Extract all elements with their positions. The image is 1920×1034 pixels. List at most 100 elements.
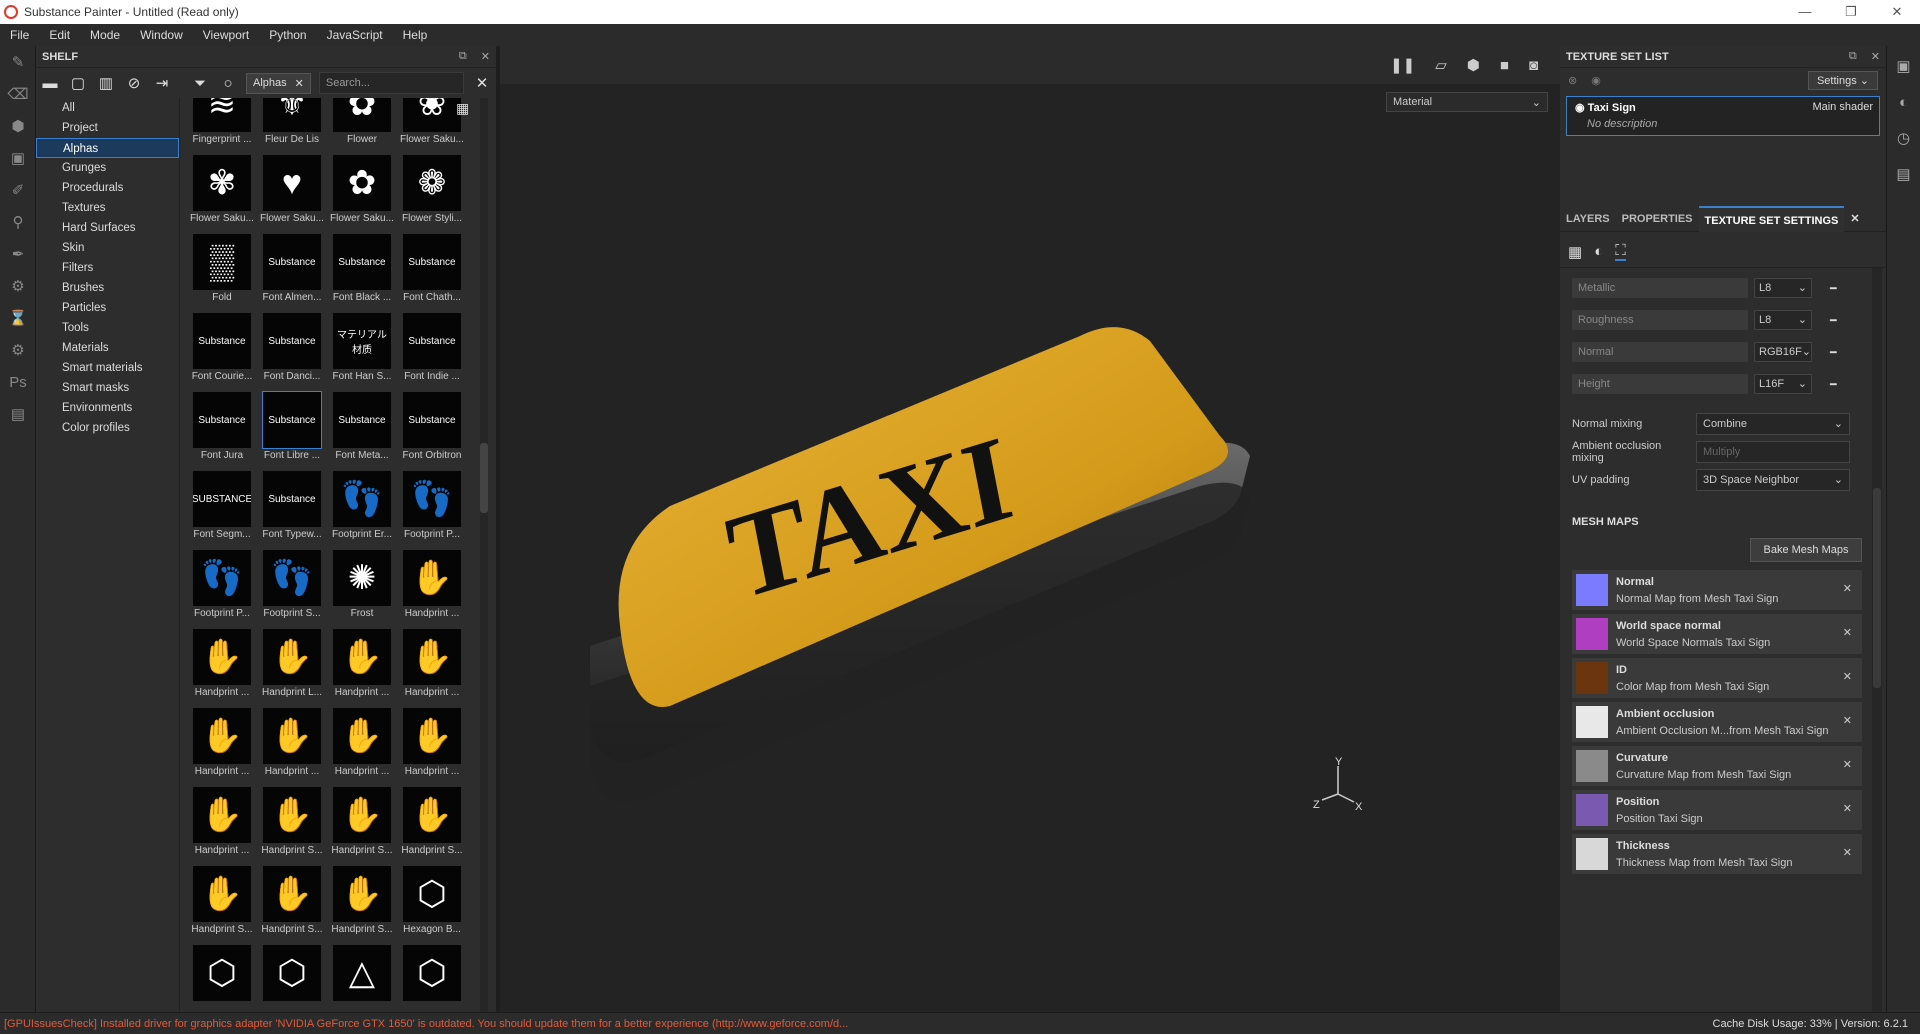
shelf-category-color-profiles[interactable]: Color profiles xyxy=(36,418,179,438)
right-scrollbar[interactable] xyxy=(1872,268,1882,1012)
bake-icon[interactable]: ⌛ xyxy=(0,302,36,334)
shelf-item[interactable]: Substance Font Meta... xyxy=(328,392,396,470)
menu-item-window[interactable]: Window xyxy=(130,28,193,42)
channel-format-select[interactable]: RGB16F ⌄ xyxy=(1754,342,1812,362)
shelf-item[interactable]: 👣 Footprint Er... xyxy=(328,471,396,549)
float-panel-icon[interactable]: ⧉ xyxy=(1849,50,1857,63)
render-icon[interactable]: ⚙ xyxy=(0,270,36,302)
shelf-item[interactable]: Substance Font Courie... xyxy=(188,313,256,391)
mesh-map-item[interactable]: Ambient occlusion Ambient Occlusion M...f… xyxy=(1572,702,1862,742)
shelf-item[interactable]: ✋ Handprint L... xyxy=(258,629,326,707)
mesh-map-item[interactable]: Curvature Curvature Map from Mesh Taxi Si… xyxy=(1572,746,1862,786)
remove-map-icon[interactable]: ✕ xyxy=(1843,802,1852,815)
menu-item-edit[interactable]: Edit xyxy=(39,28,80,42)
shelf-item[interactable]: ✋ Handprint S... xyxy=(328,787,396,865)
history-icon[interactable]: ◷ xyxy=(1887,122,1920,154)
shelf-category-tools[interactable]: Tools xyxy=(36,318,179,338)
shelf-category-alphas[interactable]: Alphas xyxy=(36,138,179,158)
shelf-item[interactable]: ♥ Flower Saku... xyxy=(258,155,326,233)
material-sphere-icon[interactable]: ◐ xyxy=(1594,243,1603,260)
shelf-item[interactable]: ✋ Handprint ... xyxy=(188,708,256,786)
shelf-item[interactable]: ✋ Handprint S... xyxy=(188,866,256,944)
shelf-item[interactable]: Substance Font Indie ... xyxy=(398,313,466,391)
shelf-item[interactable]: 👣 Footprint S... xyxy=(258,550,326,628)
settings-dropdown[interactable]: Settings ⌄ xyxy=(1807,70,1878,90)
shelf-item[interactable]: ✋ Handprint ... xyxy=(258,708,326,786)
smudge-icon[interactable]: ✐ xyxy=(0,174,36,206)
mesh-map-item[interactable]: Thickness Thickness Map from Mesh Taxi Si… xyxy=(1572,834,1862,874)
shelf-item[interactable]: Substance Font Jura xyxy=(188,392,256,470)
property-select[interactable]: Combine ⌄ xyxy=(1696,413,1850,435)
display-settings-icon[interactable]: ▣ xyxy=(1887,50,1920,82)
shelf-category-particles[interactable]: Particles xyxy=(36,298,179,318)
link-icon[interactable]: ⊗ xyxy=(1568,74,1577,87)
shelf-item[interactable]: ✋ Handprint ... xyxy=(398,550,466,628)
shelf-item[interactable]: ✋ Handprint ... xyxy=(398,629,466,707)
shelf-item[interactable]: ⬡ xyxy=(258,945,326,1012)
shelf-category-all[interactable]: All xyxy=(36,98,179,118)
shelf-item[interactable]: ⬡ xyxy=(188,945,256,1012)
clear-search-icon[interactable]: ✕ xyxy=(472,73,492,93)
shelf-item[interactable]: ✿ Flower xyxy=(328,98,396,154)
eraser-icon[interactable]: ⌫ xyxy=(0,78,36,110)
shelf-item[interactable]: 👣 Footprint P... xyxy=(398,471,466,549)
remove-map-icon[interactable]: ✕ xyxy=(1843,846,1852,859)
shelf-item[interactable]: Substance Font Almen... xyxy=(258,234,326,312)
menu-item-help[interactable]: Help xyxy=(393,28,438,42)
shelf-category-smart-masks[interactable]: Smart masks xyxy=(36,378,179,398)
shelf-item[interactable]: Substance Font Libre ... xyxy=(258,391,326,470)
shelf-item[interactable]: Substance Font Typew... xyxy=(258,471,326,549)
channel-format-select[interactable]: L8 ⌄ xyxy=(1754,310,1812,330)
shelf-category-materials[interactable]: Materials xyxy=(36,338,179,358)
viewport[interactable]: ❚❚ ▱ ⬢ ■ ◙ Material ⌄ TAXI Y X Z xyxy=(500,46,1560,1012)
shelf-category-environments[interactable]: Environments xyxy=(36,398,179,418)
menu-item-viewport[interactable]: Viewport xyxy=(193,28,259,42)
new-document-icon[interactable]: ▢ xyxy=(68,73,88,93)
remove-channel-icon[interactable]: ━ xyxy=(1830,282,1837,295)
shelf-item[interactable]: △ xyxy=(328,945,396,1012)
uv-icon[interactable]: ⛶ xyxy=(1615,242,1626,261)
settings-icon[interactable]: ⚙ xyxy=(0,334,36,366)
clone-stamp-icon[interactable]: ⚲ xyxy=(0,206,36,238)
shelf-item[interactable]: 👣 Footprint P... xyxy=(188,550,256,628)
import-icon[interactable]: ⇥ xyxy=(152,73,172,93)
channel-format-select[interactable]: L8 ⌄ xyxy=(1754,278,1812,298)
shelf-category-hard-surfaces[interactable]: Hard Surfaces xyxy=(36,218,179,238)
close-panel-icon[interactable]: ✕ xyxy=(481,50,490,63)
shelf-item[interactable]: ✺ Frost xyxy=(328,550,396,628)
remove-map-icon[interactable]: ✕ xyxy=(1843,670,1852,683)
channel-format-select[interactable]: L16F ⌄ xyxy=(1754,374,1812,394)
close-button[interactable]: ✕ xyxy=(1874,4,1920,20)
material-select[interactable]: Material ⌄ xyxy=(1386,92,1548,112)
shelf-category-procedurals[interactable]: Procedurals xyxy=(36,178,179,198)
property-select[interactable]: 3D Space Neighbor ⌄ xyxy=(1696,469,1850,491)
view-mode-icon[interactable]: ▱ xyxy=(1435,56,1447,74)
remove-map-icon[interactable]: ✕ xyxy=(1843,582,1852,595)
maximize-button[interactable]: ❐ xyxy=(1828,4,1874,20)
mesh-map-desc[interactable]: Curvature Map from Mesh Taxi Sign xyxy=(1616,769,1791,781)
texture-set-item[interactable]: ◉ Taxi Sign No description Main shader xyxy=(1566,96,1880,136)
shelf-item[interactable]: Substance Font Danci... xyxy=(258,313,326,391)
filter-chip[interactable]: Alphas ✕ xyxy=(246,72,311,94)
shelf-item[interactable]: ✋ Handprint S... xyxy=(328,866,396,944)
shelf-item[interactable]: ❁ Flower Styli... xyxy=(398,155,466,233)
bake-mesh-maps-button[interactable]: Bake Mesh Maps xyxy=(1750,538,1862,562)
shader-label[interactable]: Main shader xyxy=(1812,101,1873,113)
remove-map-icon[interactable]: ✕ xyxy=(1843,714,1852,727)
shelf-item[interactable]: ✋ Handprint ... xyxy=(398,708,466,786)
shelf-item[interactable]: Substance Font Orbitron xyxy=(398,392,466,470)
log-icon[interactable]: ▤ xyxy=(1887,158,1920,190)
screenshot-icon[interactable]: ◙ xyxy=(1529,57,1538,74)
trash-icon[interactable]: ▥ xyxy=(96,73,116,93)
shelf-item[interactable]: ✋ Handprint ... xyxy=(188,787,256,865)
hide-icon[interactable]: ⊘ xyxy=(124,73,144,93)
mesh-map-item[interactable]: World space normal World Space Normals Ta… xyxy=(1572,614,1862,654)
remove-channel-icon[interactable]: ━ xyxy=(1830,378,1837,391)
shelf-item[interactable]: ⚜ Fleur De Lis xyxy=(258,98,326,154)
mesh-map-desc[interactable]: Position Taxi Sign xyxy=(1616,813,1703,825)
mesh-map-desc[interactable]: Ambient Occlusion M...from Mesh Taxi Sig… xyxy=(1616,725,1829,737)
shelf-item[interactable]: ✾ Flower Saku... xyxy=(188,155,256,233)
shelf-search-input[interactable]: Search... xyxy=(318,72,464,94)
mesh-map-item[interactable]: Normal Normal Map from Mesh Taxi Sign ✕ xyxy=(1572,570,1862,610)
shelf-category-brushes[interactable]: Brushes xyxy=(36,278,179,298)
